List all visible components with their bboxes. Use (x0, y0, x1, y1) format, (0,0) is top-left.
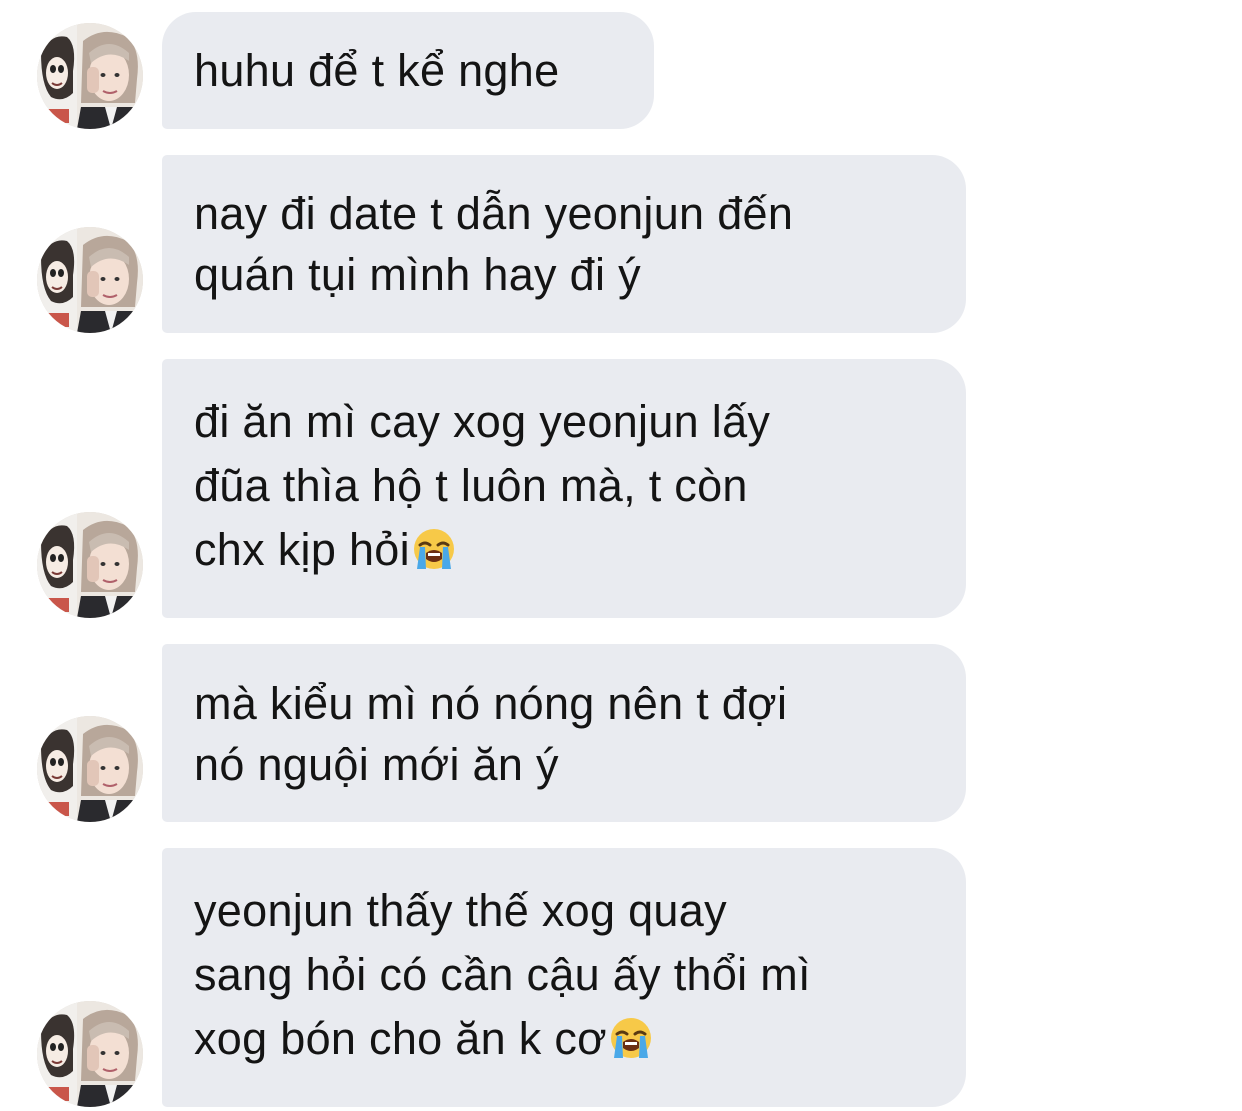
message-text-line: quán tụi mình hay đi ý (194, 249, 641, 300)
message-bubble[interactable]: đi ăn mì cay xog yeonjun lấy đũa thìa hộ… (162, 359, 966, 618)
sender-avatar[interactable] (37, 227, 143, 333)
sender-avatar[interactable] (37, 1001, 143, 1107)
loudly-crying-face-icon (413, 529, 454, 569)
avatar-image-icon (37, 512, 143, 618)
avatar-image-icon (37, 1001, 143, 1107)
message-text-line: chx kịp hỏi (194, 518, 934, 582)
avatar-image-icon (37, 227, 143, 333)
message-text-line: xog bón cho ăn k cơ (194, 1007, 934, 1071)
sender-avatar[interactable] (37, 23, 143, 129)
message-bubble[interactable]: yeonjun thấy thế xog quay sang hỏi có cầ… (162, 848, 966, 1107)
message-text-segment: chx kịp hỏi (194, 524, 410, 575)
message-text-line: nay đi date t dẫn yeonjun đến (194, 188, 794, 239)
avatar-image-icon (37, 716, 143, 822)
sender-avatar[interactable] (37, 512, 143, 618)
message-bubble[interactable]: nay đi date t dẫn yeonjun đến quán tụi m… (162, 155, 966, 333)
message-thread: huhu để t kể nghe nay đi date t dẫn yeon… (0, 0, 1242, 1111)
message-text-line: nó nguội mới ăn ý (194, 739, 559, 790)
message-text-segment: xog bón cho ăn k cơ (194, 1013, 607, 1064)
message-bubble[interactable]: huhu để t kể nghe (162, 12, 654, 129)
message-text-line: huhu để t kể nghe (194, 45, 560, 96)
message-text-line: yeonjun thấy thế xog quay (194, 885, 727, 936)
loudly-crying-face-icon (610, 1018, 651, 1058)
message-text-line: đi ăn mì cay xog yeonjun lấy (194, 396, 771, 447)
avatar-image-icon (37, 23, 143, 129)
message-bubble[interactable]: mà kiểu mì nó nóng nên t đợi nó nguội mớ… (162, 644, 966, 822)
sender-avatar[interactable] (37, 716, 143, 822)
message-text-line: sang hỏi có cần cậu ấy thổi mì (194, 949, 811, 1000)
message-text-line: đũa thìa hộ t luôn mà, t còn (194, 460, 748, 511)
message-text-line: mà kiểu mì nó nóng nên t đợi (194, 678, 788, 729)
